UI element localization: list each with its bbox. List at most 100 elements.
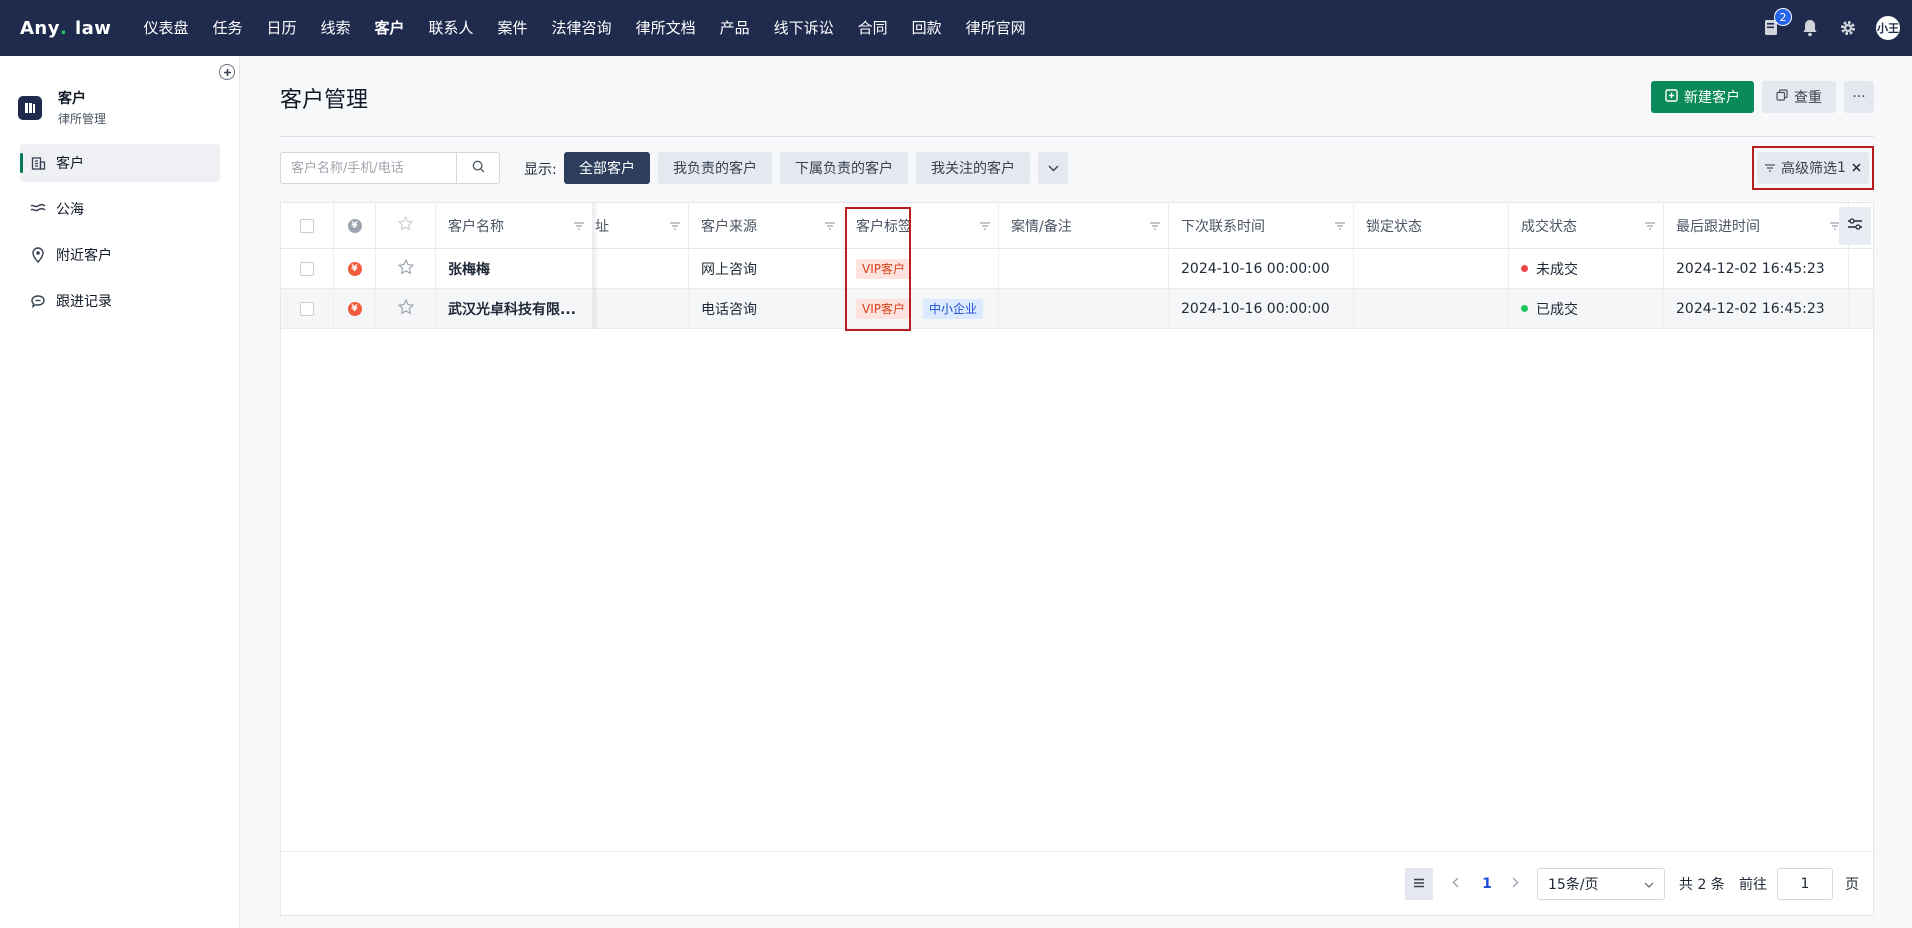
nav-item-firm-website[interactable]: 律所官网 [954,0,1038,56]
column-filter-icon[interactable] [1150,218,1160,234]
customer-source: 电话咨询 [689,289,844,328]
bell-icon[interactable] [1800,18,1820,38]
filter-followed-customers[interactable]: 我关注的客户 [916,152,1030,184]
deal-status: 未成交 [1509,249,1664,288]
search-icon [472,160,485,177]
column-filter-icon[interactable] [1335,218,1345,234]
column-settings-button[interactable] [1839,207,1871,245]
plus-square-icon [1665,88,1678,106]
gear-icon[interactable] [1838,18,1858,38]
filter-all-customers[interactable]: 全部客户 [564,152,650,184]
star-icon [397,215,414,235]
header-deal-status: 成交状态 [1509,203,1664,248]
customer-name[interactable]: 武汉光卓科技有限... [436,289,593,328]
nav-item-dashboard[interactable]: 仪表盘 [131,0,200,56]
nav-item-cases[interactable]: 案件 [486,0,540,56]
select-all-checkbox[interactable] [300,218,314,233]
nav-item-calendar[interactable]: 日历 [254,0,308,56]
page-number-current[interactable]: 1 [1473,868,1501,900]
customer-address [593,289,689,328]
row-checkbox[interactable] [300,301,314,316]
nav-item-contacts[interactable]: 联系人 [417,0,486,56]
building-icon [30,155,46,171]
next-page-button[interactable] [1507,868,1523,900]
new-customer-button[interactable]: 新建客户 [1651,81,1754,113]
page-size-select[interactable]: 15条/页 [1537,868,1665,900]
column-filter-icon[interactable] [825,218,835,234]
prev-page-button[interactable] [1447,868,1463,900]
deal-status: 已成交 [1509,289,1664,328]
page-title: 客户管理 [280,88,369,113]
coin-icon: ¥ [347,218,362,233]
search-input[interactable] [281,153,456,183]
list-view-button[interactable] [1405,868,1433,900]
chat-bubble-icon [30,293,46,309]
sidebar-item-follow-records[interactable]: 跟进记录 [20,282,220,320]
row-coin: ¥ [334,289,376,328]
coin-icon: ¥ [347,301,362,316]
user-avatar[interactable]: 小王 [1876,16,1900,40]
nav-item-payments[interactable]: 回款 [900,0,954,56]
nav-item-contracts[interactable]: 合同 [846,0,900,56]
total-count: 共 2 条 [1679,877,1725,893]
customer-address [593,249,689,288]
column-filter-icon[interactable] [1645,218,1655,234]
header-lock-status: 锁定状态 [1354,203,1509,248]
sidebar-item-label: 跟进记录 [56,294,112,310]
sidebar: 客户 律所管理 客户 公海 附近客户 跟进记录 [0,56,240,928]
column-filter-icon[interactable] [574,218,584,234]
sidebar-item-label: 客户 [56,156,84,172]
top-navbar: Any. law 仪表盘 任务 日历 线索 客户 联系人 案件 法律咨询 律所文档… [0,0,1912,56]
location-pin-icon [30,247,46,263]
customer-source: 网上咨询 [689,249,844,288]
nav-item-customers[interactable]: 客户 [363,0,417,56]
message-icon[interactable]: 2 [1762,8,1792,38]
module-header: 客户 律所管理 [18,88,106,127]
star-icon[interactable] [397,258,414,279]
nav-item-tasks[interactable]: 任务 [200,0,254,56]
filter-my-customers[interactable]: 我负责的客户 [658,152,772,184]
sidebar-item-customers[interactable]: 客户 [20,144,220,182]
module-title: 客户 [58,91,86,107]
header-star [376,203,436,248]
column-filter-icon[interactable] [670,218,680,234]
nav-item-offline-litigation[interactable]: 线下诉讼 [762,0,846,56]
close-icon[interactable] [1852,160,1861,176]
filter-more-dropdown[interactable] [1038,152,1068,184]
star-icon[interactable] [397,298,414,319]
advanced-filter-button[interactable]: 高级筛选 1 [1757,152,1869,184]
row-checkbox[interactable] [300,261,314,276]
table-row[interactable]: ¥ 武汉光卓科技有限... 电话咨询 VIP客户 中小企业 2024-10-16… [281,289,1873,329]
row-select [281,249,334,288]
header-last-follow: 最后跟进时间 [1664,203,1849,248]
sidebar-item-public-pool[interactable]: 公海 [20,190,220,228]
app-logo[interactable]: Any. law [20,18,111,39]
sidebar-item-nearby[interactable]: 附近客户 [20,236,220,274]
nav-item-products[interactable]: 产品 [708,0,762,56]
list-icon [1413,876,1425,892]
nav-item-leads[interactable]: 线索 [308,0,362,56]
dedupe-button[interactable]: 查重 [1762,81,1836,113]
table-row[interactable]: ¥ 张梅梅 网上咨询 VIP客户 2024-10-16 00:00:00 未成交… [281,249,1873,289]
waves-icon [30,201,46,217]
goto-page-input[interactable]: 1 [1777,868,1833,900]
module-book-icon [18,95,42,120]
nav-item-legal-consult[interactable]: 法律咨询 [540,0,624,56]
tag-column-highlight [845,207,911,331]
goto-label: 前往 [1739,877,1767,893]
customer-name[interactable]: 张梅梅 [436,249,593,288]
collapse-sidebar-icon[interactable] [219,64,235,80]
lock-status [1354,249,1509,288]
filter-subordinate-customers[interactable]: 下属负责的客户 [780,152,908,184]
last-follow-time: 2024-12-02 16:45:23 [1664,249,1849,288]
lock-status [1354,289,1509,328]
filter-icon [1765,160,1776,176]
filter-toolbar: 显示: 全部客户 我负责的客户 下属负责的客户 我关注的客户 高级筛选1 [280,146,1874,190]
search-button[interactable] [456,153,499,183]
more-actions-button[interactable]: ··· [1844,81,1874,113]
last-follow-time: 2024-12-02 16:45:23 [1664,289,1849,328]
title-divider [280,136,1874,137]
column-filter-icon[interactable] [980,218,990,234]
nav-item-firm-docs[interactable]: 律所文档 [624,0,708,56]
page-unit-label: 页 [1845,877,1859,893]
